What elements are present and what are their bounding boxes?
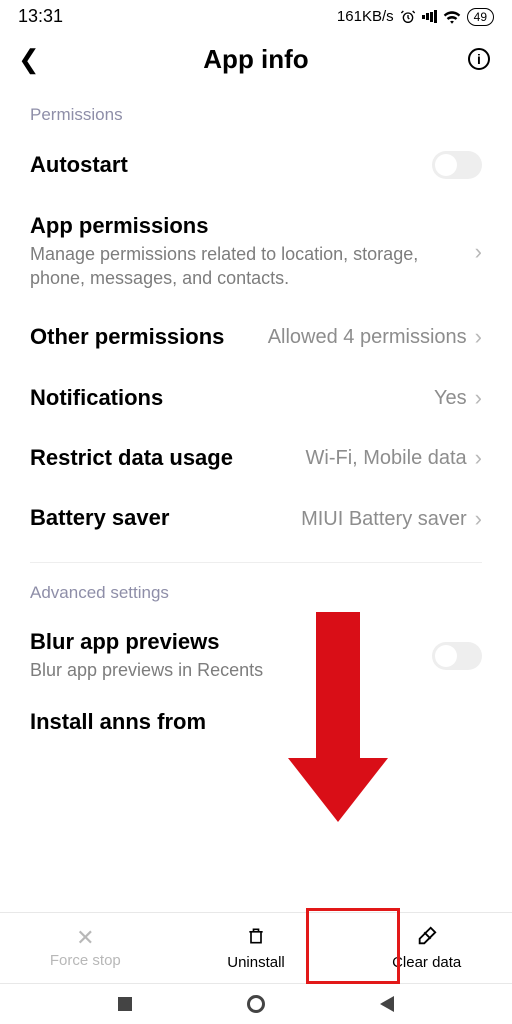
row-value: Yes (434, 386, 467, 410)
toggle-autostart[interactable] (432, 151, 482, 179)
status-net: 161KB/s (337, 8, 394, 25)
row-install-from[interactable]: Install anns from (0, 709, 512, 735)
back-button[interactable]: ❮ (18, 44, 40, 75)
trash-icon (246, 925, 266, 951)
row-other-permissions[interactable]: Other permissions Allowed 4 permissions … (30, 308, 482, 368)
row-title: Autostart (30, 152, 432, 178)
status-bar: 13:31 161KB/s 49 (0, 0, 512, 27)
recents-button[interactable] (118, 997, 132, 1011)
row-title: App permissions (30, 213, 467, 239)
row-title: Notifications (30, 385, 434, 411)
button-label: Uninstall (227, 954, 285, 971)
row-title: Blur app previews (30, 629, 432, 655)
chevron-right-icon: › (475, 239, 482, 265)
section-permissions-label: Permissions (0, 91, 512, 135)
info-button[interactable]: i (468, 48, 490, 70)
force-stop-button[interactable]: ✕ Force stop (0, 913, 171, 983)
row-subtitle: Blur app previews in Recents (30, 659, 432, 682)
title-bar: ❮ App info i (0, 27, 512, 91)
divider (30, 562, 482, 563)
row-title: Battery saver (30, 505, 301, 531)
system-nav-bar (0, 984, 512, 1024)
battery-icon: 49 (467, 8, 494, 26)
row-title: Restrict data usage (30, 445, 306, 471)
section-advanced-label: Advanced settings (0, 569, 512, 613)
signal-icon (422, 10, 437, 24)
row-battery-saver[interactable]: Battery saver MIUI Battery saver › (30, 489, 482, 549)
home-button[interactable] (247, 995, 265, 1013)
chevron-right-icon: › (475, 445, 482, 471)
row-restrict-data[interactable]: Restrict data usage Wi-Fi, Mobile data › (30, 429, 482, 489)
close-icon: ✕ (76, 927, 94, 949)
row-notifications[interactable]: Notifications Yes › (30, 369, 482, 429)
status-right: 161KB/s 49 (337, 8, 494, 26)
button-label: Force stop (50, 952, 121, 969)
settings-list: Autostart App permissions Manage permiss… (0, 135, 512, 550)
eraser-icon (415, 925, 439, 951)
uninstall-button[interactable]: Uninstall (171, 913, 342, 983)
row-value: Allowed 4 permissions (268, 325, 467, 349)
chevron-right-icon: › (475, 324, 482, 350)
button-label: Clear data (392, 954, 461, 971)
alarm-icon (400, 9, 416, 25)
row-value: Wi-Fi, Mobile data (306, 446, 467, 470)
toggle-blur-previews[interactable] (432, 642, 482, 670)
bottom-action-bar: ✕ Force stop Uninstall Clear data (0, 912, 512, 984)
page-title: App info (203, 44, 308, 75)
settings-list-advanced: Blur app previews Blur app previews in R… (0, 613, 512, 701)
chevron-right-icon: › (475, 506, 482, 532)
row-blur-previews[interactable]: Blur app previews Blur app previews in R… (30, 613, 482, 701)
row-app-permissions[interactable]: App permissions Manage permissions relat… (30, 197, 482, 308)
wifi-icon (443, 10, 461, 24)
row-value: MIUI Battery saver (301, 507, 467, 531)
status-time: 13:31 (18, 6, 63, 27)
chevron-right-icon: › (475, 385, 482, 411)
row-title: Other permissions (30, 324, 268, 350)
back-nav-button[interactable] (380, 996, 394, 1012)
row-autostart[interactable]: Autostart (30, 135, 482, 197)
row-subtitle: Manage permissions related to location, … (30, 243, 467, 290)
clear-data-button[interactable]: Clear data (341, 913, 512, 983)
